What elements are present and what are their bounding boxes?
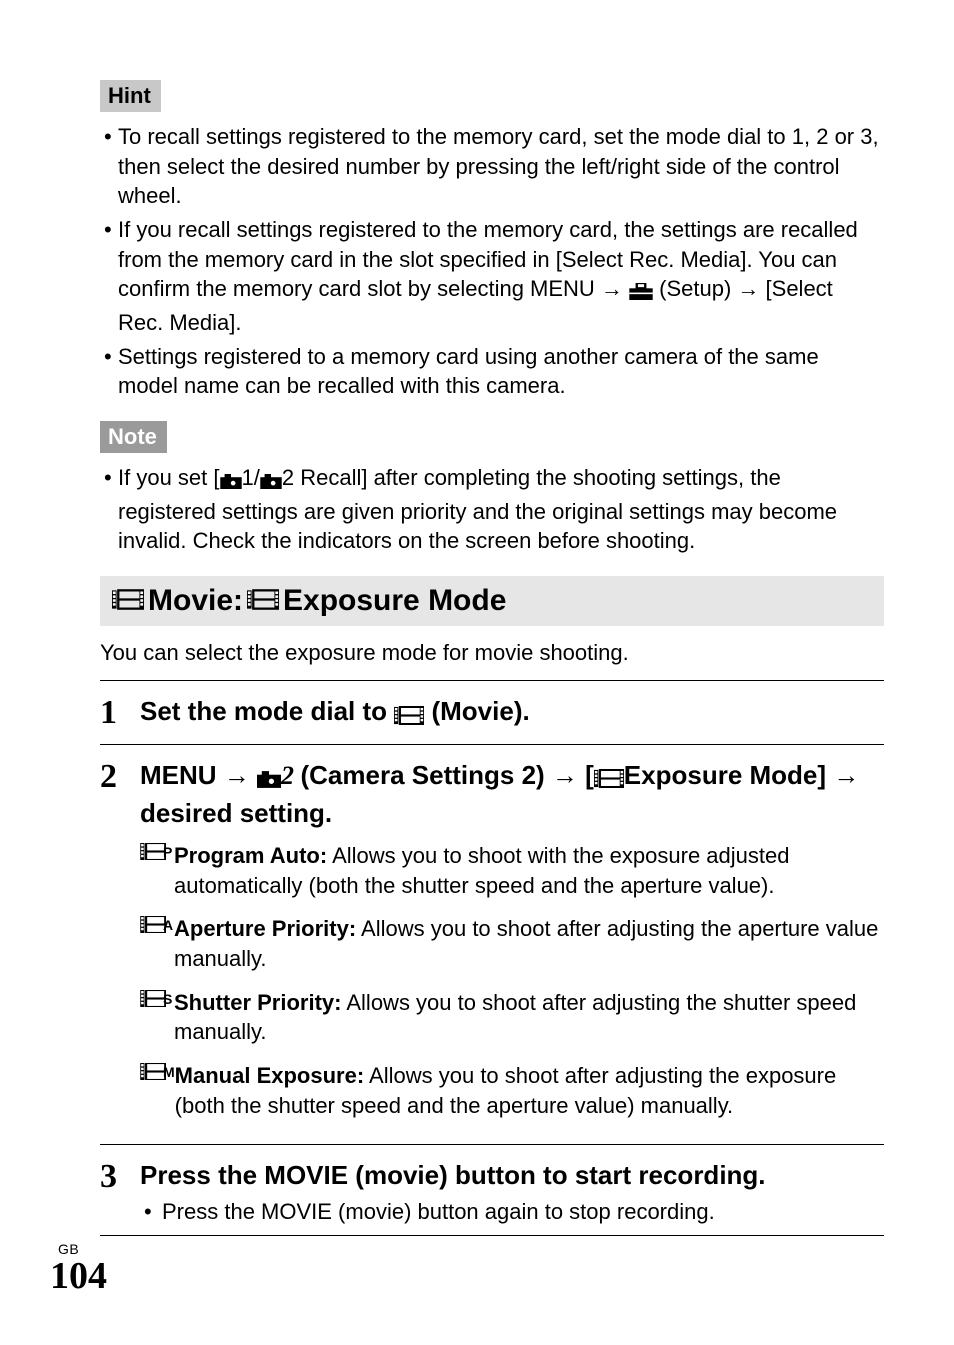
film-icon — [394, 700, 424, 734]
film-mode-icon: M — [140, 1061, 175, 1120]
step-number: 1 — [100, 695, 128, 733]
step-1-post: (Movie). — [431, 696, 529, 726]
toolbox-icon — [629, 278, 653, 308]
page-footer: GB 104 — [50, 1241, 107, 1295]
section-title-b: Exposure Mode — [283, 584, 506, 618]
divider — [100, 1144, 884, 1145]
step-1: 1 Set the mode dial to (Movie). — [100, 695, 884, 733]
film-mode-icon: P — [140, 841, 174, 900]
list-item: •Settings registered to a memory card us… — [104, 342, 884, 401]
list-item: •If you set [1/2 Recall] after completin… — [104, 463, 884, 556]
camera-icon — [260, 467, 282, 497]
hint-list: •To recall settings registered to the me… — [104, 122, 884, 401]
film-icon — [247, 584, 279, 618]
note-tag: Note — [100, 421, 167, 453]
step-number: 2 — [100, 759, 128, 1135]
step-2: 2 MENU → 2 (Camera Settings 2) → [Exposu… — [100, 759, 884, 1135]
film-mode-icon: A — [140, 914, 174, 973]
page-number: 104 — [50, 1257, 107, 1295]
step-3: 3 Press the MOVIE (movie) button to star… — [100, 1159, 884, 1225]
list-item: •If you recall settings registered to th… — [104, 215, 884, 338]
exposure-mode-item: S Shutter Priority: Allows you to shoot … — [140, 988, 884, 1047]
divider — [100, 680, 884, 681]
divider — [100, 1235, 884, 1236]
film-icon — [112, 584, 144, 618]
exposure-mode-item: A Aperture Priority: Allows you to shoot… — [140, 914, 884, 973]
exposure-mode-list: P Program Auto: Allows you to shoot with… — [140, 841, 884, 1121]
step-number: 3 — [100, 1159, 128, 1225]
step-1-pre: Set the mode dial to — [140, 696, 394, 726]
exposure-mode-item: M Manual Exposure: Allows you to shoot a… — [140, 1061, 884, 1120]
divider — [100, 744, 884, 745]
step-2-mid: (Camera Settings 2) → [ — [301, 760, 594, 790]
exposure-mode-item: P Program Auto: Allows you to shoot with… — [140, 841, 884, 900]
list-item: •To recall settings registered to the me… — [104, 122, 884, 211]
step-2-pre: MENU → — [140, 760, 257, 790]
step-1-head: Set the mode dial to (Movie). — [140, 695, 884, 733]
film-mode-icon: S — [140, 988, 174, 1047]
section-title: Movie: Exposure Mode — [100, 576, 884, 626]
step-3-sub: • Press the MOVIE (movie) button again t… — [144, 1199, 884, 1225]
film-icon — [594, 763, 624, 797]
section-lead: You can select the exposure mode for mov… — [100, 640, 884, 666]
camera-icon — [257, 763, 281, 797]
step-2-head: MENU → 2 (Camera Settings 2) → [Exposure… — [140, 759, 884, 831]
camera-icon — [220, 467, 242, 497]
note-list: •If you set [1/2 Recall] after completin… — [104, 463, 884, 556]
step-3-head: Press the MOVIE (movie) button to start … — [140, 1159, 884, 1193]
hint-tag: Hint — [100, 80, 161, 112]
step-3-sub-text: Press the MOVIE (movie) button again to … — [162, 1199, 715, 1225]
section-title-a: Movie: — [148, 584, 243, 618]
